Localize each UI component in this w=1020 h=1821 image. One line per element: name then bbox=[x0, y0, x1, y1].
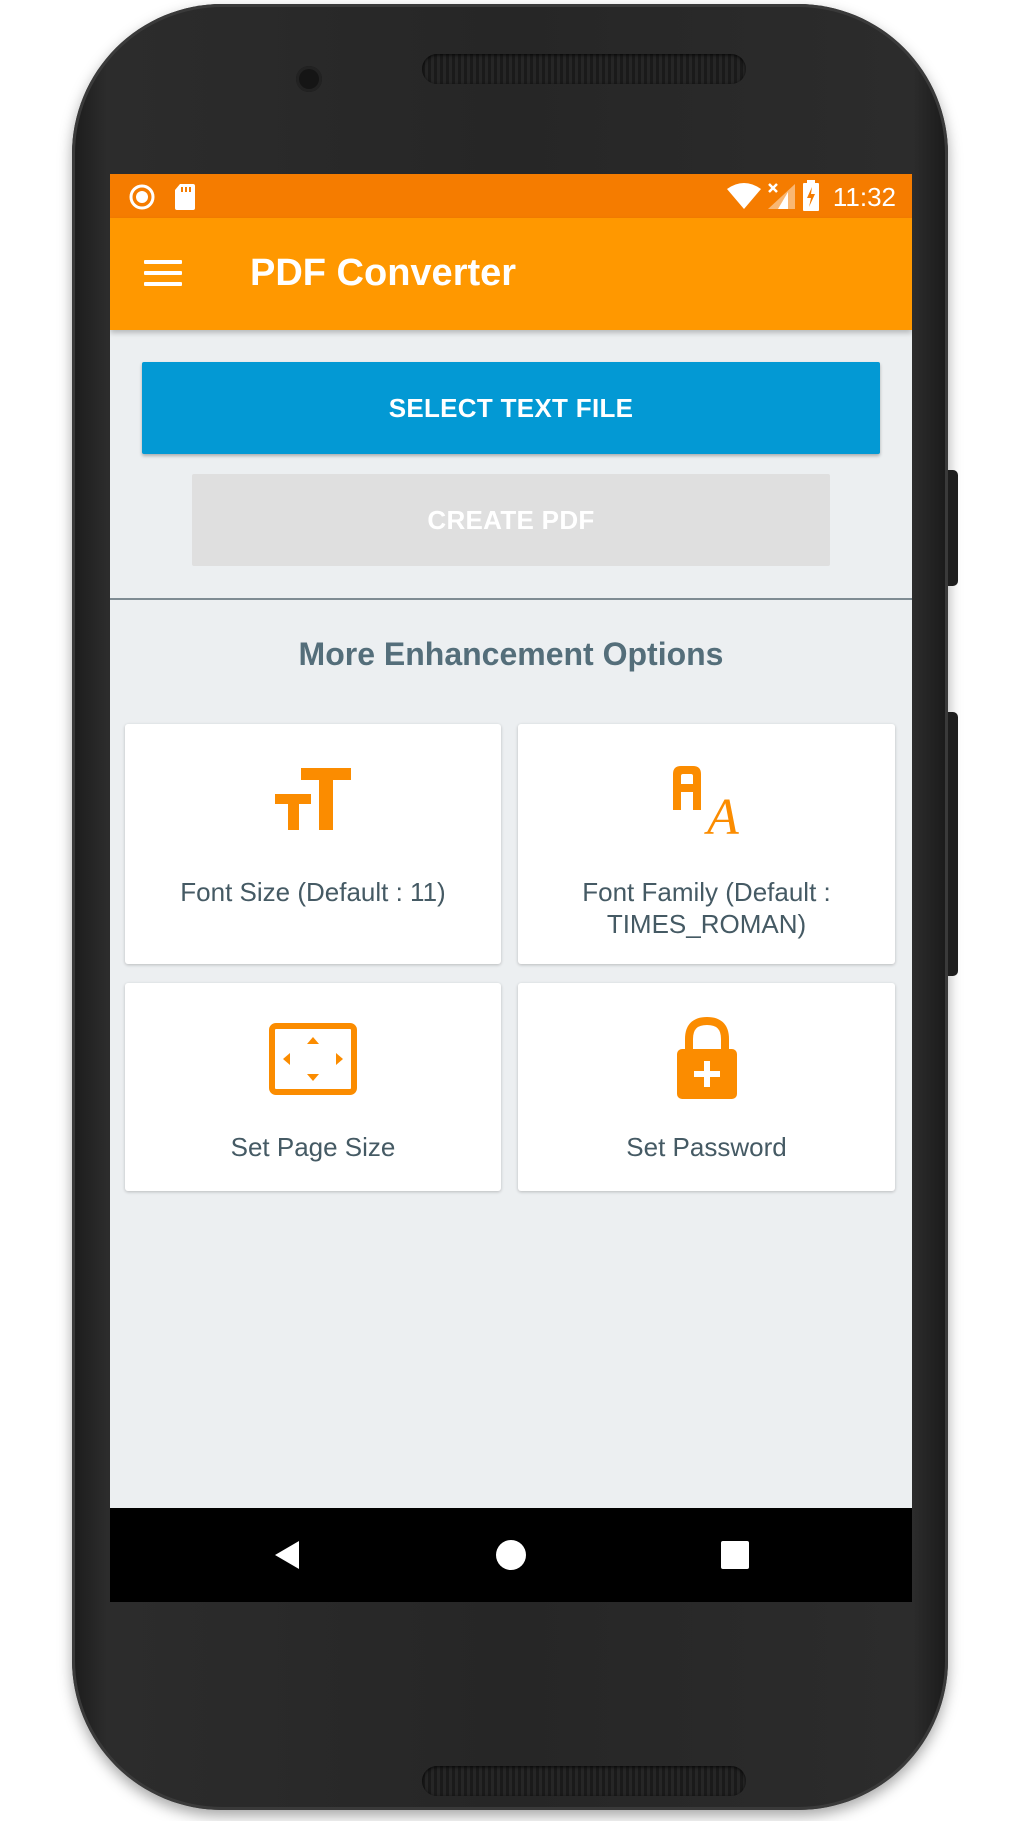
password-card[interactable]: Set Password bbox=[518, 983, 895, 1191]
recents-button[interactable] bbox=[680, 1508, 790, 1602]
top-speaker bbox=[422, 54, 746, 84]
create-pdf-button[interactable]: CREATE PDF bbox=[192, 474, 830, 566]
power-button bbox=[948, 470, 958, 586]
font-family-label-line2: TIMES_ROMAN) bbox=[606, 909, 807, 939]
page-size-card[interactable]: Set Page Size bbox=[125, 983, 501, 1191]
volume-button bbox=[948, 712, 958, 976]
font-size-icon bbox=[275, 768, 351, 835]
section-title: More Enhancement Options bbox=[298, 636, 724, 672]
record-icon bbox=[128, 183, 156, 216]
page-size-icon bbox=[269, 1023, 357, 1100]
page-size-label: Set Page Size bbox=[230, 1132, 396, 1162]
back-triangle-icon bbox=[275, 1541, 299, 1569]
font-family-label: Font Family (Default : TIMES_ROMAN) bbox=[528, 876, 885, 940]
hamburger-menu-icon[interactable] bbox=[144, 258, 184, 288]
font-family-card[interactable]: A Font Family (Default : TIMES_ROMAN) bbox=[518, 724, 895, 964]
lock-icon bbox=[675, 1016, 739, 1106]
wifi-icon bbox=[726, 182, 762, 215]
screen: 11:32 PDF Converter SELECT TEXT FILE CRE… bbox=[110, 174, 912, 1602]
navigation-bar bbox=[110, 1508, 912, 1602]
sd-card-icon bbox=[174, 183, 196, 216]
font-size-label: Font Size (Default : 11) bbox=[180, 877, 446, 907]
app-bar: PDF Converter bbox=[110, 218, 912, 330]
cell-signal-icon bbox=[766, 182, 796, 215]
section-divider bbox=[110, 598, 912, 600]
front-camera bbox=[296, 66, 322, 92]
back-button[interactable] bbox=[232, 1508, 342, 1602]
select-text-file-button[interactable]: SELECT TEXT FILE bbox=[142, 362, 880, 454]
app-title: PDF Converter bbox=[250, 252, 517, 294]
home-circle-icon bbox=[496, 1540, 526, 1570]
recents-square-icon bbox=[721, 1541, 749, 1569]
battery-charging-icon bbox=[802, 180, 820, 217]
svg-text:A: A bbox=[704, 789, 739, 836]
status-bar: 11:32 bbox=[110, 174, 912, 218]
home-button[interactable] bbox=[456, 1508, 566, 1602]
font-family-icon: A bbox=[671, 764, 743, 846]
password-label: Set Password bbox=[626, 1132, 787, 1162]
font-size-card[interactable]: Font Size (Default : 11) bbox=[125, 724, 501, 964]
bottom-speaker bbox=[422, 1766, 746, 1796]
status-time: 11:32 bbox=[832, 182, 896, 212]
font-family-label-line1: Font Family (Default : bbox=[582, 877, 831, 907]
